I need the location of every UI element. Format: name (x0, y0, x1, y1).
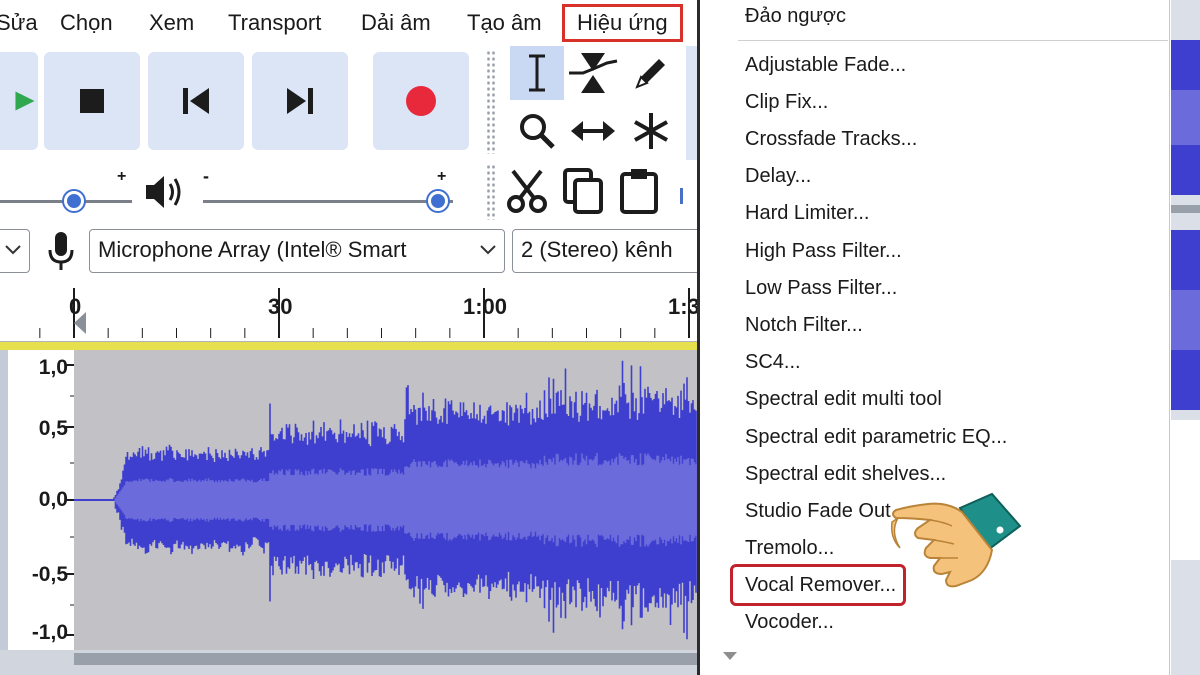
timeline-ruler[interactable]: 0 30 1:00 1:3 (0, 280, 697, 342)
skip-to-start-icon (183, 88, 209, 114)
toolbar-grip[interactable] (486, 50, 496, 154)
time-shift-tool-button[interactable] (566, 104, 620, 158)
play-button[interactable] (0, 52, 38, 150)
menu-item-high-pass-filter[interactable]: High Pass Filter... (745, 235, 902, 267)
cut-icon (507, 169, 547, 213)
menu-item-notch-filter[interactable]: Notch Filter... (745, 309, 863, 341)
ruler-label: 1:3 (668, 294, 697, 319)
next-track-area (0, 650, 697, 675)
playback-volume-slider[interactable] (63, 191, 84, 211)
copy-icon (563, 168, 603, 214)
ruler-ticks (39, 288, 690, 338)
menu-view[interactable]: Xem (149, 6, 194, 40)
zoom-tool-button[interactable] (510, 104, 564, 158)
background-window-edge (1171, 0, 1200, 675)
skip-to-end-button[interactable] (252, 52, 348, 150)
cut-button[interactable] (500, 164, 554, 218)
menu-tracks[interactable]: Dải âm (361, 6, 431, 40)
toolbar-overflow (686, 46, 697, 160)
menu-item-crossfade-tracks[interactable]: Crossfade Tracks... (745, 123, 917, 155)
recording-device-select[interactable]: Microphone Array (Intel® Smart (89, 229, 505, 273)
menu-item-reverse[interactable]: Đảo ngược (745, 0, 846, 32)
paste-button[interactable] (612, 164, 666, 218)
track-selection-border (0, 342, 697, 350)
time-shift-tool-icon (571, 121, 615, 141)
pointing-hand-icon (890, 492, 1022, 588)
ruler-label: 30 (268, 294, 293, 319)
track-control-edge[interactable] (0, 350, 8, 650)
recording-device-value: Microphone Array (Intel® Smart (98, 237, 407, 262)
selection-tool-button[interactable] (510, 46, 564, 100)
play-icon (15, 91, 35, 111)
background-waveform (1171, 40, 1200, 560)
selection-tool-icon (529, 54, 545, 92)
audio-host-select[interactable] (0, 229, 30, 273)
envelope-tool-icon (569, 53, 618, 93)
menu-item-studio-fade-out[interactable]: Studio Fade Out (745, 495, 891, 527)
chevron-down-icon (5, 245, 21, 255)
record-icon (406, 86, 436, 116)
scroll-down-arrow-icon[interactable] (723, 652, 737, 660)
menu-effect[interactable]: Hiệu ứng (562, 4, 683, 42)
menu-item-low-pass-filter[interactable]: Low Pass Filter... (745, 272, 897, 304)
recording-volume-slider[interactable] (428, 191, 448, 211)
menu-item-vocoder[interactable]: Vocoder... (745, 606, 834, 638)
waveform-display[interactable] (74, 350, 697, 650)
channels-select[interactable]: 2 (Stereo) kênh (512, 229, 697, 273)
vocal-remover-highlight (730, 564, 906, 606)
amplitude-ruler: 1,0 0,5 0,0 -0,5 -1,0 (8, 350, 74, 650)
stop-icon (80, 89, 104, 113)
waveform (74, 360, 697, 640)
microphone-icon (48, 232, 74, 270)
menu-item-spectral-edit-multi-tool[interactable]: Spectral edit multi tool (745, 383, 942, 415)
paste-icon (620, 169, 658, 214)
edit-toolbar-grip[interactable] (486, 164, 496, 220)
draw-tool-icon (635, 59, 665, 89)
device-toolbar: Microphone Array (Intel® Smart 2 (Stereo… (0, 224, 697, 280)
skip-to-start-button[interactable] (148, 52, 244, 150)
edit-toolbar-edge (680, 188, 683, 204)
volume-toolbar: + - + (0, 160, 697, 224)
chevron-down-icon (480, 245, 496, 255)
record-button[interactable] (373, 52, 469, 150)
playhead-marker-icon (74, 312, 86, 334)
menu-item-adjustable-fade[interactable]: Adjustable Fade... (745, 49, 906, 81)
channels-value: 2 (Stereo) kênh (521, 237, 673, 262)
multi-tool-icon (634, 113, 668, 149)
recording-volume-track[interactable] (203, 200, 453, 203)
stop-button[interactable] (44, 52, 140, 150)
menu-item-sc4[interactable]: SC4... (745, 346, 801, 378)
zoom-tool-icon (520, 114, 555, 149)
menu-edit[interactable]: Sửa (0, 6, 38, 40)
multi-tool-button[interactable] (624, 104, 678, 158)
menu-bar: Sửa Chọn Xem Transport Dải âm Tạo âm Hiệ… (0, 0, 697, 46)
menu-separator (738, 40, 1168, 41)
menu-item-tremolo[interactable]: Tremolo... (745, 532, 834, 564)
playback-volume-plus: + (117, 168, 127, 185)
menu-item-hard-limiter[interactable]: Hard Limiter... (745, 197, 869, 229)
amplitude-ticks (66, 364, 74, 636)
menu-item-delay[interactable]: Delay... (745, 160, 811, 192)
ruler-label: 1:00 (463, 294, 508, 319)
next-track-header (74, 653, 697, 665)
audio-editor-window: Sửa Chọn Xem Transport Dải âm Tạo âm Hiệ… (0, 0, 697, 675)
copy-button[interactable] (556, 164, 610, 218)
draw-tool-button[interactable] (624, 46, 678, 100)
recording-volume-minus: - (203, 166, 209, 186)
menu-select[interactable]: Chọn (60, 6, 113, 40)
transport-toolbar (0, 46, 697, 160)
skip-to-end-icon (287, 88, 313, 114)
speaker-icon (146, 176, 181, 208)
menu-item-clip-fix[interactable]: Clip Fix... (745, 86, 828, 118)
envelope-tool-button[interactable] (566, 46, 620, 100)
menu-item-spectral-edit-parametric-eq[interactable]: Spectral edit parametric EQ... (745, 421, 1007, 453)
menu-item-spectral-edit-shelves[interactable]: Spectral edit shelves... (745, 458, 946, 490)
menu-transport[interactable]: Transport (228, 6, 321, 40)
recording-volume-plus: + (437, 168, 447, 185)
menu-generate[interactable]: Tạo âm (467, 6, 542, 40)
